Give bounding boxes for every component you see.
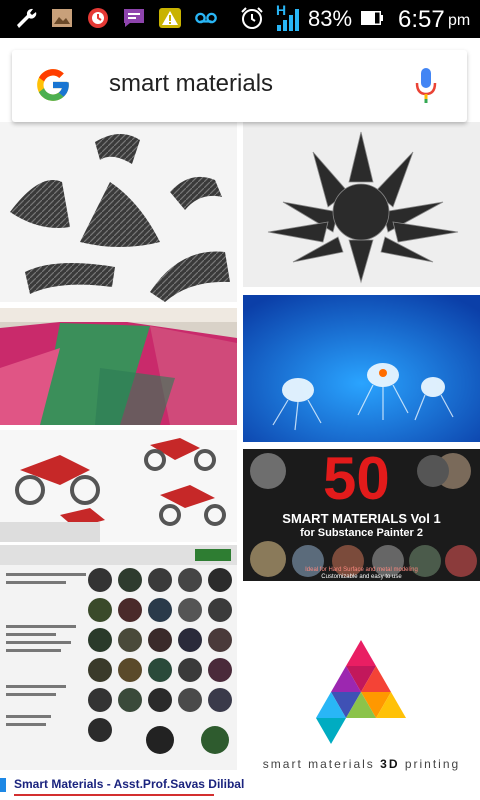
pack-note-2: Customizable and easy to use (321, 574, 402, 580)
result-image-material-sheet[interactable] (0, 545, 237, 770)
logo-caption-3d: 3D (380, 757, 400, 771)
result-image-fabric[interactable] (0, 308, 237, 425)
caption-accent (0, 778, 6, 792)
pack-badge: 50 (323, 449, 390, 512)
logo-caption: smart materials 3D printing (243, 757, 480, 771)
robots-picture (243, 295, 480, 442)
ferrofluid-picture (243, 122, 480, 287)
logo-caption-prefix: smart materials (262, 757, 381, 771)
result-image-3d-logo[interactable] (243, 588, 480, 778)
result-image-robots[interactable] (243, 295, 480, 442)
material-sheet-picture (0, 545, 237, 770)
pack-note-1: Ideal for Hard Surface and metal modelin… (305, 567, 418, 573)
result-caption-bar[interactable]: Smart Materials - Asst.Prof.Savas Diliba… (0, 770, 244, 800)
result-image-carbon-fiber[interactable] (0, 122, 237, 302)
caption-underline (14, 794, 214, 796)
result-image-wheel-concept[interactable] (0, 430, 237, 542)
wheel-concept-picture (0, 430, 237, 542)
result-image-substance-pack[interactable]: 50 SMART MATERIALS Vol 1 for Substance P… (243, 449, 480, 581)
search-query[interactable]: smart materials (109, 70, 273, 98)
pack-subtitle: for Substance Painter 2 (300, 527, 423, 539)
logo-caption-suffix: printing (399, 757, 461, 771)
search-box[interactable]: smart materials (12, 50, 467, 122)
pack-title: SMART MATERIALS Vol 1 (282, 511, 441, 526)
search-header: smart materials (0, 38, 480, 133)
google-logo-icon[interactable] (34, 66, 72, 104)
microphone-icon[interactable] (414, 66, 438, 104)
fabric-picture (0, 308, 237, 425)
triangle-logo-picture (243, 588, 480, 778)
result-caption: Smart Materials - Asst.Prof.Savas Diliba… (14, 777, 245, 791)
carbon-fiber-picture (0, 122, 237, 302)
result-image-ferrofluid[interactable] (243, 122, 480, 287)
